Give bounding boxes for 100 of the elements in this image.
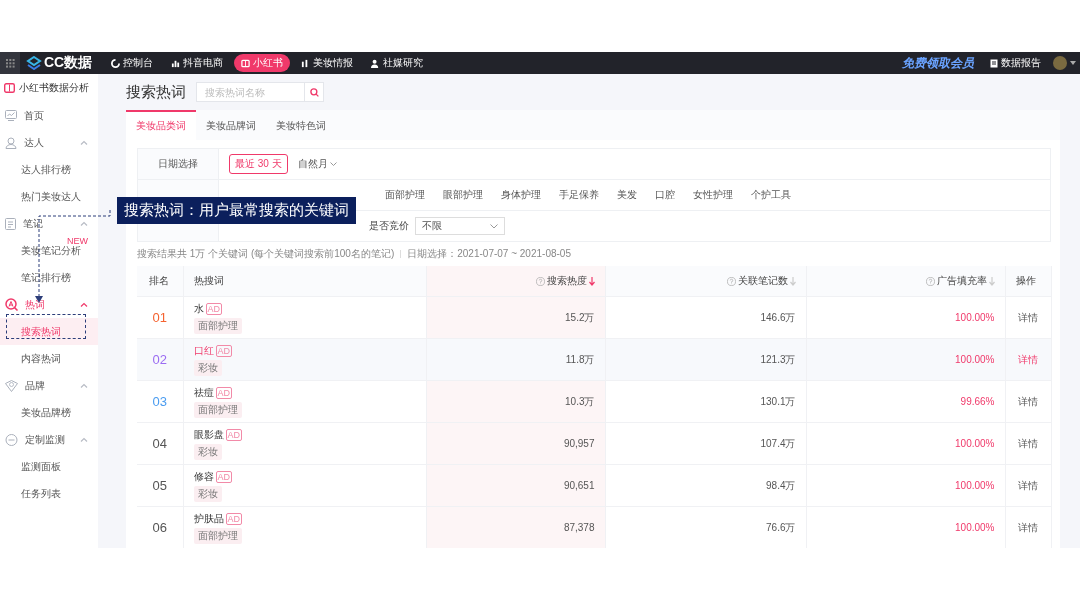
nav-tab[interactable]: 小红书	[234, 54, 291, 72]
table-cell: 107.4万	[605, 422, 806, 465]
chevron-icon[interactable]	[80, 221, 88, 226]
detail-link[interactable]: 详情	[1018, 479, 1038, 491]
monitor-icon	[5, 110, 17, 121]
table-cell: 100.00%	[806, 422, 1005, 465]
keyword-text[interactable]: 祛痘	[193, 385, 214, 400]
date-range: 日期选择：2021-07-07 ~ 2021-08-05	[407, 247, 571, 261]
detail-link[interactable]: 详情	[1018, 311, 1038, 323]
chevron-icon	[490, 223, 498, 229]
column-header[interactable]: 关联笔记数	[605, 266, 806, 297]
category-tag: 面部护理	[193, 401, 242, 418]
sidebar-subitem[interactable]: 内容热词	[0, 345, 98, 372]
sidebar-item[interactable]: 品牌	[0, 372, 98, 399]
nav-tab[interactable]: 社媒研究	[364, 54, 431, 72]
keyword-text[interactable]: 口红	[193, 343, 214, 358]
keyword-text[interactable]: 护肤品	[193, 511, 224, 526]
help-icon	[726, 276, 736, 286]
table-cell: 121.3万	[605, 338, 806, 381]
table-cell: 15.2万	[426, 296, 605, 339]
page-title: 搜索热词	[126, 82, 186, 102]
table-cell: 10.3万	[426, 380, 605, 423]
ad-badge: AD	[215, 470, 232, 483]
column-header: 操作	[1005, 266, 1051, 297]
shield-icon	[5, 379, 18, 392]
sidebar-subitem[interactable]: 热门美妆达人	[0, 183, 98, 210]
nav-tab[interactable]: 抖音电商	[164, 54, 231, 72]
sidebar-subitem[interactable]: 达人排行榜	[0, 156, 98, 183]
help-icon	[925, 276, 935, 286]
rank-number: 04	[137, 422, 183, 465]
category-option[interactable]: 眼部护理	[441, 188, 485, 202]
ad-badge: AD	[215, 344, 232, 357]
search-button[interactable]	[304, 82, 324, 102]
chevron-icon[interactable]	[80, 437, 88, 442]
person-icon	[5, 136, 17, 149]
search-field[interactable]: 搜索热词名称	[196, 82, 304, 102]
category-tag: 彩妆	[193, 443, 222, 460]
column-header[interactable]: 广告填充率	[806, 266, 1005, 297]
category-tab[interactable]: 美妆特色词	[266, 110, 336, 140]
category-tab[interactable]: 美妆品类词	[126, 110, 196, 140]
book-icon	[4, 83, 15, 93]
category-option[interactable]: 手足保养	[557, 188, 601, 202]
column-header[interactable]: 搜索热度	[426, 266, 605, 297]
category-option[interactable]: 个护工具	[749, 188, 793, 202]
column-header: 热搜词	[183, 266, 426, 297]
avatar[interactable]	[1053, 56, 1067, 70]
category-option[interactable]: 面部护理	[383, 188, 427, 202]
detail-link[interactable]: 详情	[1018, 521, 1038, 533]
keyword-text[interactable]: 修容	[193, 469, 214, 484]
document-icon	[5, 217, 16, 230]
date-dropdown[interactable]: 自然月	[297, 157, 337, 171]
detail-link[interactable]: 详情	[1018, 353, 1038, 365]
ad-badge: AD	[225, 512, 242, 525]
rank-number: 02	[137, 338, 183, 381]
rank-number: 05	[137, 464, 183, 507]
category-tab[interactable]: 美妆品牌词	[196, 110, 266, 140]
nav-tab[interactable]: 控制台	[104, 54, 161, 72]
result-summary: 搜索结果共 1万 个关键词 (每个关键词搜索前100名的笔记)	[137, 247, 395, 261]
chevron-icon[interactable]	[80, 140, 88, 145]
category-option[interactable]: 口腔	[653, 188, 677, 202]
date-option[interactable]: 最近 30 天	[229, 154, 288, 174]
sidebar-item[interactable]: 热词	[0, 291, 98, 318]
nav-tab[interactable]: 美妆情报	[294, 54, 361, 72]
detail-link[interactable]: 详情	[1018, 437, 1038, 449]
help-icon	[535, 276, 545, 286]
category-tag: 彩妆	[193, 359, 222, 376]
sidebar-item[interactable]: 定制监测	[0, 426, 98, 453]
table-cell: 90,957	[426, 422, 605, 465]
sidebar-subitem[interactable]: 笔记排行榜	[0, 264, 98, 291]
table-cell: 76.6万	[605, 506, 806, 548]
caret-icon[interactable]	[1070, 61, 1076, 65]
sidebar-subitem[interactable]: 美妆品牌榜	[0, 399, 98, 426]
chevron-icon[interactable]	[80, 302, 88, 307]
promo-link[interactable]: 免费领取会员	[902, 54, 974, 72]
ad-badge: AD	[205, 302, 222, 315]
category-option[interactable]: 女性护理	[691, 188, 735, 202]
sidebar-item[interactable]: 首页	[0, 102, 98, 129]
select-field[interactable]: 不限	[415, 217, 505, 235]
keyword-text[interactable]: 眼影盘	[193, 427, 224, 442]
ad-badge: AD	[215, 386, 232, 399]
sidebar-item[interactable]: 达人	[0, 129, 98, 156]
sidebar-subitem[interactable]: 监测面板	[0, 453, 98, 480]
sidebar-subitem[interactable]: 任务列表	[0, 480, 98, 507]
sidebar-subitem[interactable]: 美妆笔记分析 NEW	[0, 237, 98, 264]
sort-icon[interactable]	[588, 276, 595, 286]
detail-link[interactable]: 详情	[1018, 395, 1038, 407]
category-tag: 面部护理	[193, 317, 242, 334]
filter-label: 是否竞价	[369, 219, 409, 233]
category-option[interactable]: 身体护理	[499, 188, 543, 202]
apps-grid-icon[interactable]	[5, 58, 15, 68]
sidebar-item[interactable]: 笔记	[0, 210, 98, 237]
category-option[interactable]: 美发	[615, 188, 639, 202]
chevron-icon[interactable]	[80, 383, 88, 388]
report-icon	[990, 58, 998, 68]
report-link[interactable]: 数据报告	[990, 56, 1041, 70]
keyword-text[interactable]: 水	[193, 301, 204, 316]
sidebar-subitem[interactable]: 搜索热词	[0, 318, 98, 345]
user-icon	[371, 58, 381, 68]
logo-icon	[26, 56, 42, 70]
dial-icon	[111, 58, 121, 68]
